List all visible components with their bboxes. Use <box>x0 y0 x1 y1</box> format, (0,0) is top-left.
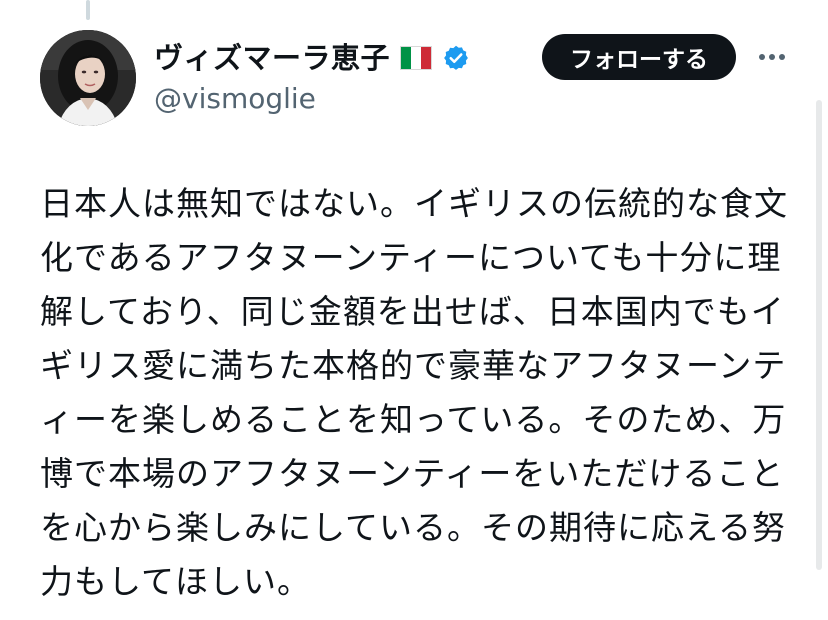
tweet-text-line: を心から楽しみにしている。その期待に応える努 <box>40 508 787 547</box>
tweet-text-line: 博で本場のアフタヌーンティーをいただけること <box>40 454 785 493</box>
more-options-button[interactable] <box>752 42 792 72</box>
user-handle[interactable]: @vismoglie <box>154 82 316 116</box>
more-dots-icon <box>779 54 785 60</box>
follow-button[interactable]: フォローする <box>542 34 736 80</box>
more-dots-icon <box>769 54 775 60</box>
tweet-text-line: ィーを楽しめることを知っている。そのため、万 <box>40 400 787 439</box>
tweet-text-line: ギリス愛に満ちた本格的で豪華なアフタヌーンテ <box>40 346 787 385</box>
more-dots-icon <box>759 54 765 60</box>
profile-photo-icon <box>40 30 136 126</box>
thread-connector-line <box>86 0 90 20</box>
tweet-text-line: 化であるアフタヌーンティーについても十分に理 <box>40 238 782 277</box>
scrollbar[interactable] <box>816 100 822 570</box>
tweet-text-line: 解しており、同じ金額を出せば、日本国内でもイ <box>40 292 785 331</box>
name-row: ヴィズマーラ恵子 <box>154 40 470 76</box>
avatar[interactable] <box>40 30 136 126</box>
display-name[interactable]: ヴィズマーラ恵子 <box>154 40 390 76</box>
tweet-text: 日本人は無知ではない。イギリスの伝統的な食文 化であるアフタヌーンティーについて… <box>40 177 788 609</box>
verified-badge-icon <box>444 45 468 70</box>
tweet-text-line: 力もしてほしい。 <box>40 562 312 601</box>
italy-flag-icon <box>400 46 433 70</box>
tweet-text-line: 日本人は無知ではない。イギリスの伝統的な食文 <box>40 184 788 223</box>
